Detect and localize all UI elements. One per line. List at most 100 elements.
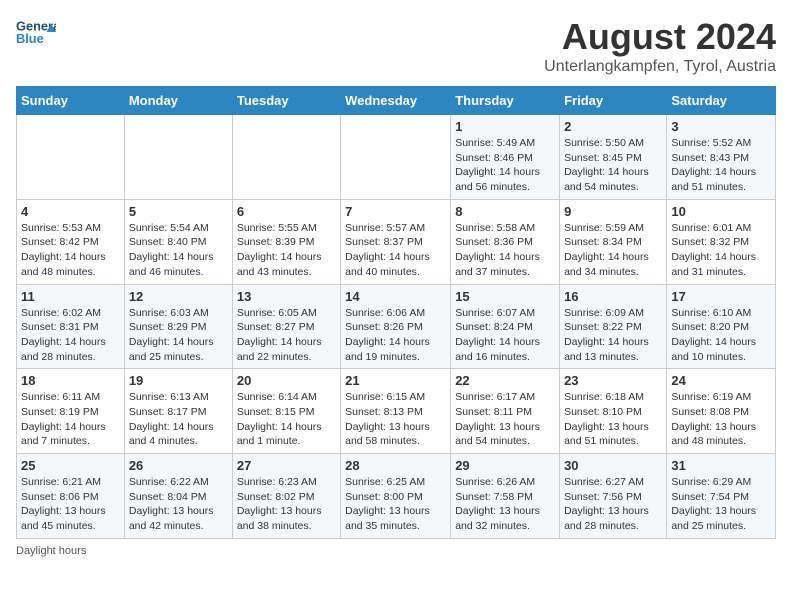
logo-icon: General Blue: [16, 16, 56, 48]
day-number: 20: [237, 373, 336, 388]
calendar-cell: 21 Sunrise: 6:15 AM Sunset: 8:13 PM Dayli…: [341, 369, 451, 454]
calendar-week-row: 25Sunrise: 6:21 AM Sunset: 8:06 PM Dayli…: [17, 454, 776, 539]
day-number: 12: [129, 289, 228, 304]
day-number: 9: [564, 204, 662, 219]
page-subtitle: Unterlangkampfen, Tyrol, Austria: [544, 58, 776, 76]
calendar-cell: 6 Sunrise: 5:55 AM Sunset: 8:39 PM Daylig…: [232, 199, 340, 284]
calendar-cell: 15 Sunrise: 6:07 AM Sunset: 8:24 PM Dayli…: [451, 284, 560, 369]
day-info: Sunrise: 6:01 AM Sunset: 8:32 PM Dayligh…: [671, 221, 771, 280]
page-header: General Blue August 2024 Unterlangkampfe…: [16, 16, 776, 76]
calendar-cell: [124, 115, 232, 200]
day-number: 15: [455, 289, 555, 304]
calendar-cell: 11Sunrise: 6:02 AM Sunset: 8:31 PM Dayli…: [17, 284, 125, 369]
day-number: 5: [129, 204, 228, 219]
calendar-week-row: 11Sunrise: 6:02 AM Sunset: 8:31 PM Dayli…: [17, 284, 776, 369]
calendar-cell: 19 Sunrise: 6:13 AM Sunset: 8:17 PM Dayli…: [124, 369, 232, 454]
day-number: 17: [671, 289, 771, 304]
day-info: Sunrise: 6:14 AM Sunset: 8:15 PM Dayligh…: [237, 390, 336, 449]
day-info: Sunrise: 6:22 AM Sunset: 8:04 PM Dayligh…: [129, 475, 228, 534]
day-info: Sunrise: 5:58 AM Sunset: 8:36 PM Dayligh…: [455, 221, 555, 280]
day-number: 13: [237, 289, 336, 304]
day-number: 2: [564, 119, 662, 134]
weekday-header: Friday: [560, 87, 667, 115]
day-number: 23: [564, 373, 662, 388]
calendar-cell: 5Sunrise: 5:54 AM Sunset: 8:40 PM Daylig…: [124, 199, 232, 284]
day-number: 3: [671, 119, 771, 134]
day-number: 1: [455, 119, 555, 134]
calendar-cell: 3 Sunrise: 5:52 AM Sunset: 8:43 PM Daylig…: [667, 115, 776, 200]
svg-text:Blue: Blue: [16, 31, 44, 46]
day-info: Sunrise: 5:52 AM Sunset: 8:43 PM Dayligh…: [671, 136, 771, 195]
day-info: Sunrise: 6:18 AM Sunset: 8:10 PM Dayligh…: [564, 390, 662, 449]
day-number: 10: [671, 204, 771, 219]
day-info: Sunrise: 6:10 AM Sunset: 8:20 PM Dayligh…: [671, 306, 771, 365]
day-info: Sunrise: 5:57 AM Sunset: 8:37 PM Dayligh…: [345, 221, 446, 280]
calendar-table: SundayMondayTuesdayWednesdayThursdayFrid…: [16, 86, 776, 539]
calendar-week-row: 1 Sunrise: 5:49 AM Sunset: 8:46 PM Daylig…: [17, 115, 776, 200]
calendar-cell: 18Sunrise: 6:11 AM Sunset: 8:19 PM Dayli…: [17, 369, 125, 454]
calendar-cell: 8Sunrise: 5:58 AM Sunset: 8:36 PM Daylig…: [451, 199, 560, 284]
calendar-cell: 4Sunrise: 5:53 AM Sunset: 8:42 PM Daylig…: [17, 199, 125, 284]
calendar-body: 1 Sunrise: 5:49 AM Sunset: 8:46 PM Daylig…: [17, 115, 776, 539]
calendar-cell: [232, 115, 340, 200]
day-info: Sunrise: 6:11 AM Sunset: 8:19 PM Dayligh…: [21, 390, 120, 449]
calendar-cell: 23 Sunrise: 6:18 AM Sunset: 8:10 PM Dayli…: [560, 369, 667, 454]
day-info: Sunrise: 6:17 AM Sunset: 8:11 PM Dayligh…: [455, 390, 555, 449]
day-number: 24: [671, 373, 771, 388]
day-info: Sunrise: 6:27 AM Sunset: 7:56 PM Dayligh…: [564, 475, 662, 534]
day-info: Sunrise: 5:55 AM Sunset: 8:39 PM Dayligh…: [237, 221, 336, 280]
calendar-cell: 16 Sunrise: 6:09 AM Sunset: 8:22 PM Dayli…: [560, 284, 667, 369]
calendar-cell: 26 Sunrise: 6:22 AM Sunset: 8:04 PM Dayli…: [124, 454, 232, 539]
day-info: Sunrise: 6:15 AM Sunset: 8:13 PM Dayligh…: [345, 390, 446, 449]
day-number: 28: [345, 458, 446, 473]
day-number: 21: [345, 373, 446, 388]
calendar-header: SundayMondayTuesdayWednesdayThursdayFrid…: [17, 87, 776, 115]
day-info: Sunrise: 6:03 AM Sunset: 8:29 PM Dayligh…: [129, 306, 228, 365]
day-number: 7: [345, 204, 446, 219]
day-info: Sunrise: 6:25 AM Sunset: 8:00 PM Dayligh…: [345, 475, 446, 534]
day-number: 19: [129, 373, 228, 388]
day-number: 29: [455, 458, 555, 473]
page-title: August 2024: [544, 16, 776, 58]
weekday-header: Tuesday: [232, 87, 340, 115]
calendar-week-row: 18Sunrise: 6:11 AM Sunset: 8:19 PM Dayli…: [17, 369, 776, 454]
day-number: 30: [564, 458, 662, 473]
day-number: 14: [345, 289, 446, 304]
day-number: 26: [129, 458, 228, 473]
calendar-cell: [341, 115, 451, 200]
calendar-week-row: 4Sunrise: 5:53 AM Sunset: 8:42 PM Daylig…: [17, 199, 776, 284]
calendar-cell: 24 Sunrise: 6:19 AM Sunset: 8:08 PM Dayli…: [667, 369, 776, 454]
calendar-cell: 29Sunrise: 6:26 AM Sunset: 7:58 PM Dayli…: [451, 454, 560, 539]
calendar-cell: 10 Sunrise: 6:01 AM Sunset: 8:32 PM Dayli…: [667, 199, 776, 284]
day-info: Sunrise: 6:19 AM Sunset: 8:08 PM Dayligh…: [671, 390, 771, 449]
calendar-cell: 13 Sunrise: 6:05 AM Sunset: 8:27 PM Dayli…: [232, 284, 340, 369]
logo: General Blue: [16, 16, 56, 48]
calendar-cell: 25Sunrise: 6:21 AM Sunset: 8:06 PM Dayli…: [17, 454, 125, 539]
weekday-header: Thursday: [451, 87, 560, 115]
day-info: Sunrise: 6:13 AM Sunset: 8:17 PM Dayligh…: [129, 390, 228, 449]
footer-note: Daylight hours: [16, 545, 776, 557]
day-info: Sunrise: 6:09 AM Sunset: 8:22 PM Dayligh…: [564, 306, 662, 365]
calendar-cell: 28 Sunrise: 6:25 AM Sunset: 8:00 PM Dayli…: [341, 454, 451, 539]
calendar-cell: 27Sunrise: 6:23 AM Sunset: 8:02 PM Dayli…: [232, 454, 340, 539]
calendar-cell: 9 Sunrise: 5:59 AM Sunset: 8:34 PM Daylig…: [560, 199, 667, 284]
weekday-header: Wednesday: [341, 87, 451, 115]
day-number: 6: [237, 204, 336, 219]
day-number: 16: [564, 289, 662, 304]
day-info: Sunrise: 5:53 AM Sunset: 8:42 PM Dayligh…: [21, 221, 120, 280]
calendar-cell: 31Sunrise: 6:29 AM Sunset: 7:54 PM Dayli…: [667, 454, 776, 539]
day-info: Sunrise: 6:29 AM Sunset: 7:54 PM Dayligh…: [671, 475, 771, 534]
day-info: Sunrise: 6:06 AM Sunset: 8:26 PM Dayligh…: [345, 306, 446, 365]
day-info: Sunrise: 6:05 AM Sunset: 8:27 PM Dayligh…: [237, 306, 336, 365]
weekday-header: Sunday: [17, 87, 125, 115]
calendar-cell: 22 Sunrise: 6:17 AM Sunset: 8:11 PM Dayli…: [451, 369, 560, 454]
day-number: 22: [455, 373, 555, 388]
day-info: Sunrise: 6:07 AM Sunset: 8:24 PM Dayligh…: [455, 306, 555, 365]
calendar-cell: 17 Sunrise: 6:10 AM Sunset: 8:20 PM Dayli…: [667, 284, 776, 369]
day-info: Sunrise: 5:49 AM Sunset: 8:46 PM Dayligh…: [455, 136, 555, 195]
calendar-cell: 1 Sunrise: 5:49 AM Sunset: 8:46 PM Daylig…: [451, 115, 560, 200]
calendar-cell: 7 Sunrise: 5:57 AM Sunset: 8:37 PM Daylig…: [341, 199, 451, 284]
day-info: Sunrise: 5:59 AM Sunset: 8:34 PM Dayligh…: [564, 221, 662, 280]
day-number: 11: [21, 289, 120, 304]
weekday-header: Saturday: [667, 87, 776, 115]
